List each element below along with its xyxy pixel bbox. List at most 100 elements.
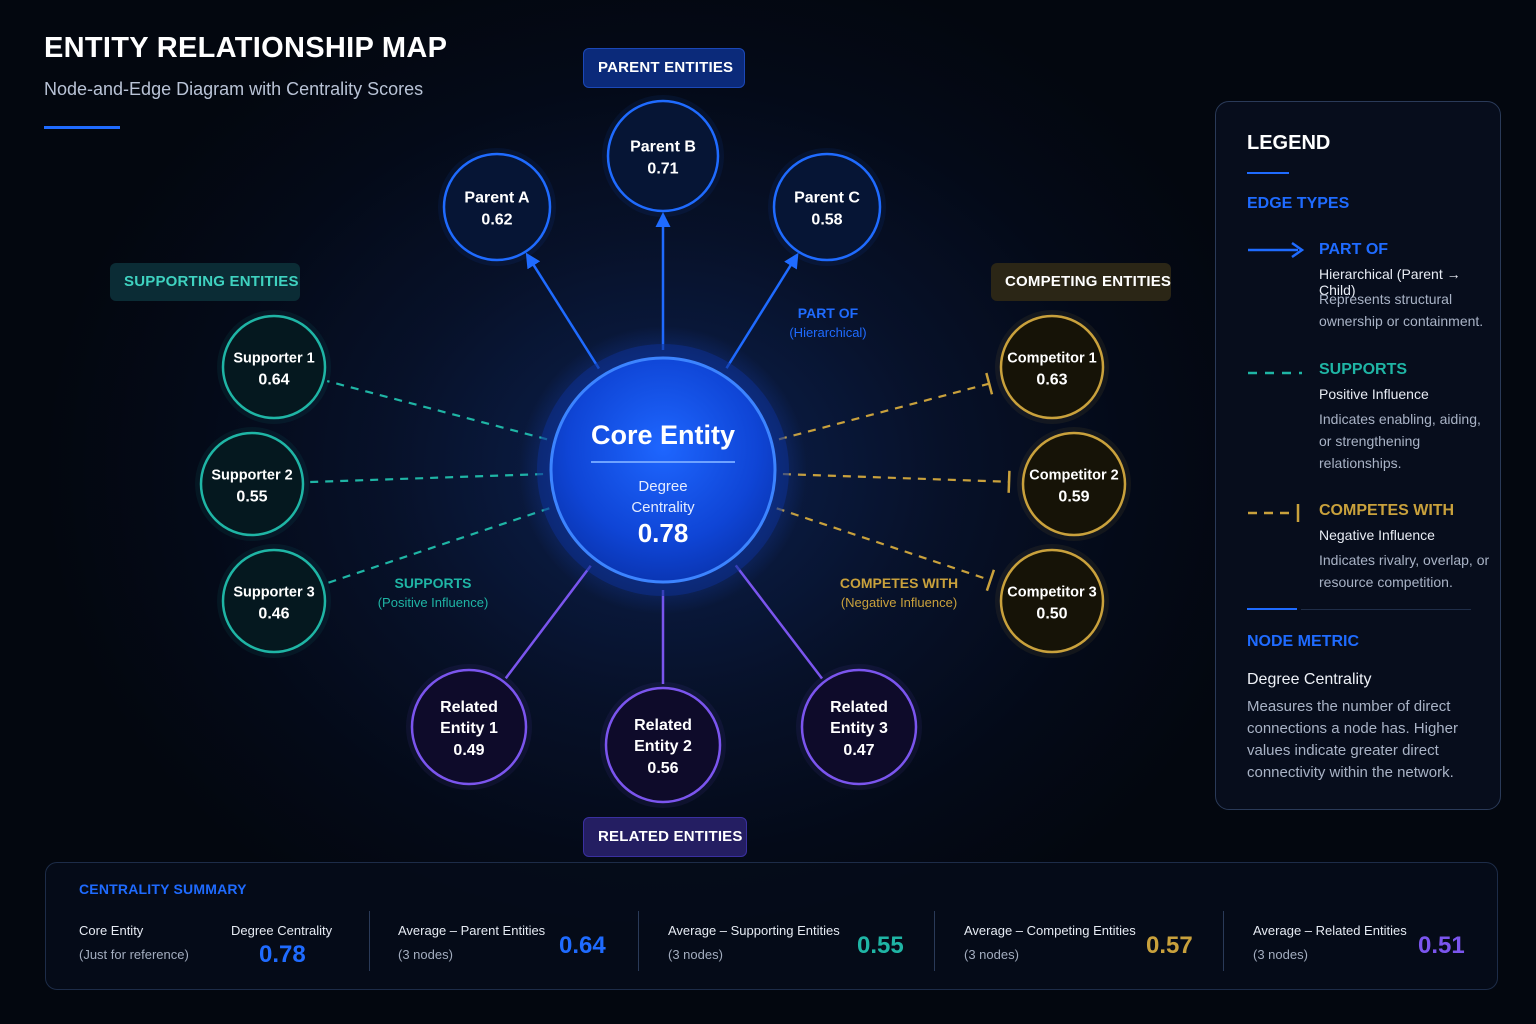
node-label: Competitor 1	[1007, 351, 1096, 367]
legend-node-metric-name: Degree Centrality	[1247, 671, 1372, 688]
summary-parent-value: 0.64	[559, 932, 606, 959]
legend-node-metric-desc: Measures the number of direct connection…	[1247, 698, 1458, 781]
edge-supports-supporter-3	[325, 507, 550, 585]
node-label: Related	[440, 699, 498, 716]
edge-label-supports-sub: (Positive Influence)	[377, 595, 489, 610]
legend-edge-types-heading: EDGE TYPES	[1247, 195, 1350, 212]
summary-parent-sub: (3 nodes)	[398, 947, 453, 962]
summary-competing-sub: (3 nodes)	[964, 947, 1019, 962]
edge-competes-competitor-3	[776, 507, 991, 582]
node-label: Parent A	[464, 190, 530, 207]
summary-related-label: Average – Related Entities	[1253, 923, 1407, 938]
node-parent-b[interactable]: Parent B 0.71	[602, 95, 724, 217]
summary-parent-label: Average – Parent Entities	[398, 923, 546, 938]
summary-supporting-label: Average – Supporting Entities	[668, 923, 840, 938]
node-competitor-1[interactable]: Competitor 1 0.63	[995, 310, 1109, 424]
node-value: 0.47	[843, 742, 874, 759]
node-circle	[999, 548, 1105, 654]
edge-blocker-competitor-3	[985, 569, 996, 592]
node-circle	[221, 548, 327, 654]
node-value: 0.49	[453, 742, 484, 759]
edge-blocker-competitor-2	[1007, 470, 1011, 493]
summary-core-label: Core Entity	[79, 923, 144, 938]
core-node[interactable]	[549, 356, 777, 584]
legend-title-underline	[1247, 172, 1289, 174]
node-value: 0.71	[647, 161, 678, 178]
legend-competes-title: COMPETES WITH	[1319, 502, 1455, 519]
node-label: Supporter 2	[211, 468, 292, 484]
node-competitor-3[interactable]: Competitor 3 0.50	[995, 544, 1109, 658]
legend-supports-desc: Indicates enabling, aiding, or strengthe…	[1319, 411, 1481, 471]
summary-core-metric: Degree Centrality	[231, 923, 333, 938]
summary-competing-label: Average – Competing Entities	[964, 923, 1136, 938]
node-parent-a[interactable]: Parent A 0.62	[438, 148, 556, 266]
group-label-competing: COMPETING ENTITIES	[991, 263, 1171, 301]
summary-title: CENTRALITY SUMMARY	[79, 881, 247, 897]
node-label: Related	[634, 717, 692, 734]
node-value: 0.50	[1036, 606, 1067, 623]
edge-competes-competitor-1	[778, 382, 990, 441]
legend-part-of-line-icon	[1248, 241, 1305, 259]
group-label-related: RELATED ENTITIES	[583, 817, 747, 857]
edge-label-part-of-title: PART OF	[797, 305, 859, 321]
node-related-1[interactable]: Related Entity 1 0.49	[406, 664, 532, 790]
node-label: Entity 1	[440, 720, 498, 737]
core-node-value: 0.78	[638, 518, 689, 548]
node-supporter-3[interactable]: Supporter 3 0.46	[217, 544, 331, 658]
node-circle	[999, 314, 1105, 420]
node-related-3[interactable]: Related Entity 3 0.47	[796, 664, 922, 790]
summary-competing-value: 0.57	[1146, 932, 1193, 959]
summary-core-sub: (Just for reference)	[79, 947, 189, 962]
node-circle	[772, 152, 882, 262]
legend-divider-accent	[1247, 608, 1297, 610]
legend-supports-title: SUPPORTS	[1319, 361, 1408, 378]
node-label: Entity 3	[830, 720, 888, 737]
summary-divider	[369, 911, 370, 971]
node-parent-c[interactable]: Parent C 0.58	[768, 148, 886, 266]
node-value: 0.55	[236, 489, 267, 506]
summary-divider	[1223, 911, 1224, 971]
node-label: Parent C	[794, 190, 860, 207]
edge-label-part-of: PART OF (Hierarchical)	[789, 305, 866, 340]
edge-supports-supporter-1	[326, 380, 548, 441]
edge-label-competes-sub: (Negative Influence)	[840, 595, 958, 610]
group-label-supporting: SUPPORTING ENTITIES	[110, 263, 300, 301]
node-supporter-1[interactable]: Supporter 1 0.64	[217, 310, 331, 424]
edge-supports-supporter-2	[306, 472, 544, 484]
node-circle	[199, 431, 305, 537]
node-circle	[221, 314, 327, 420]
summary-supporting-sub: (3 nodes)	[668, 947, 723, 962]
node-value: 0.62	[481, 212, 512, 229]
legend-panel: LEGEND EDGE TYPES PART OF Hierarchical (…	[1215, 101, 1501, 810]
legend-competes-desc: Indicates rivalry, overlap, or resource …	[1319, 552, 1490, 590]
edge-label-supports: SUPPORTS (Positive Influence)	[378, 575, 489, 610]
node-related-2[interactable]: Related Entity 2 0.56	[600, 682, 726, 808]
edge-label-competes: COMPETES WITH (Negative Influence)	[840, 575, 958, 610]
node-circle	[606, 99, 720, 213]
legend-part-of-desc: Represents structural ownership or conta…	[1319, 291, 1484, 329]
node-competitor-2[interactable]: Competitor 2 0.59	[1017, 427, 1131, 541]
edge-competes-competitor-2	[782, 472, 1010, 483]
summary-related-value: 0.51	[1418, 932, 1465, 959]
edge-label-competes-title: COMPETES WITH	[839, 575, 959, 591]
core-node-name: Core Entity	[591, 420, 735, 450]
centrality-summary-panel: CENTRALITY SUMMARY Core Entity (Just for…	[45, 862, 1498, 990]
node-circle	[442, 152, 552, 262]
legend-part-of-title: PART OF	[1319, 241, 1389, 258]
node-label: Competitor 3	[1007, 585, 1096, 601]
node-supporter-2[interactable]: Supporter 2 0.55	[195, 427, 309, 541]
node-label: Supporter 1	[233, 351, 314, 367]
node-value: 0.63	[1036, 372, 1067, 389]
summary-core-value: 0.78	[259, 941, 306, 968]
core-node-layer: Core Entity Degree Centrality 0.78	[519, 326, 807, 614]
node-value: 0.64	[258, 372, 289, 389]
edge-label-supports-title: SUPPORTS	[394, 575, 472, 591]
node-label: Competitor 2	[1029, 468, 1118, 484]
summary-supporting-value: 0.55	[857, 932, 904, 959]
legend-competes-bold: Negative Influence	[1319, 527, 1435, 543]
node-value: 0.58	[811, 212, 842, 229]
node-label: Entity 2	[634, 738, 692, 755]
node-value: 0.59	[1058, 489, 1089, 506]
core-node-metric-line2: Centrality	[631, 499, 695, 516]
node-value: 0.56	[647, 760, 678, 777]
